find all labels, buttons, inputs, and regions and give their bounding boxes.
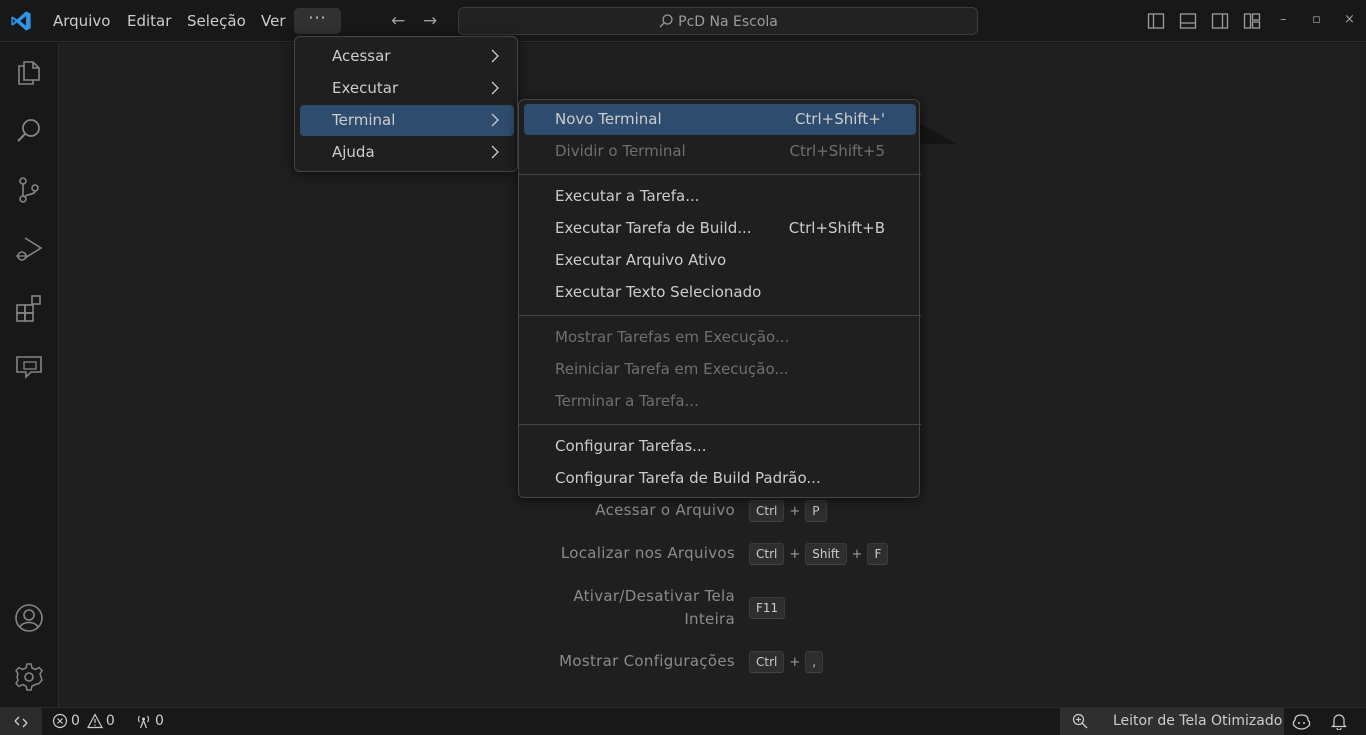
menu-item-label: Reiniciar Tarefa em Execução... <box>555 360 789 378</box>
customize-layout-icon[interactable] <box>1243 12 1261 30</box>
settings-gear-icon[interactable] <box>14 662 44 692</box>
account-icon[interactable] <box>14 603 44 633</box>
menu-item-terminal[interactable]: Terminal <box>300 105 514 136</box>
menu-item-label: Ajuda <box>332 143 375 161</box>
run-debug-icon[interactable] <box>14 234 44 264</box>
menu-item-mostrar-tarefas: Mostrar Tarefas em Execução... <box>524 322 916 353</box>
menu-item-label: Dividir o Terminal <box>555 142 686 160</box>
copilot-icon[interactable] <box>1292 713 1311 730</box>
menu-item-configurar-tarefas[interactable]: Configurar Tarefas... <box>524 431 916 462</box>
menu-item-label: Configurar Tarefas... <box>555 437 707 455</box>
menu-separator <box>519 424 921 425</box>
search-text: PcD Na Escola <box>678 14 778 30</box>
forward-arrow-icon[interactable]: → <box>423 11 437 31</box>
menu-item-ajuda[interactable]: Ajuda <box>300 137 514 168</box>
menu-item-novo-terminal[interactable]: Novo Terminal Ctrl+Shift+' <box>524 104 916 135</box>
search-icon <box>659 14 673 28</box>
remote-button[interactable] <box>0 708 42 735</box>
menu-selecao[interactable]: Seleção <box>187 11 246 31</box>
menu-item-acessar[interactable]: Acessar <box>300 41 514 72</box>
minimize-icon[interactable]: – <box>1280 11 1287 29</box>
menu-item-executar-tarefa-build[interactable]: Executar Tarefa de Build... Ctrl+Shift+B <box>524 213 916 244</box>
keycap: F11 <box>749 597 786 619</box>
keycap: Ctrl <box>749 651 785 673</box>
menu-item-label: Novo Terminal <box>555 110 662 128</box>
menu-ver[interactable]: Ver <box>261 11 286 31</box>
explorer-icon[interactable] <box>14 57 44 87</box>
keybinding: Ctrl+Shift+' <box>794 110 885 128</box>
command-center-search[interactable]: PcD Na Escola <box>458 7 978 35</box>
menu-item-label: Executar Tarefa de Build... <box>555 219 752 237</box>
menu-item-configurar-build-padrao[interactable]: Configurar Tarefa de Build Padrão... <box>524 463 916 494</box>
menu-item-label: Acessar <box>332 47 391 65</box>
status-bar: 0 0 0 Leitor de Tela Otimizado <box>0 707 1366 735</box>
keycap: Ctrl <box>749 543 785 565</box>
back-arrow-icon[interactable]: ← <box>391 11 405 31</box>
chevron-right-icon <box>491 113 499 127</box>
ports-indicator[interactable]: 0 <box>135 712 164 730</box>
menu-item-executar-arquivo-ativo[interactable]: Executar Arquivo Ativo <box>524 245 916 276</box>
menu-editar[interactable]: Editar <box>127 11 171 31</box>
zoom-icon <box>1072 713 1088 729</box>
menu-arquivo[interactable]: Arquivo <box>53 11 110 31</box>
keycap: F <box>867 543 889 565</box>
problems-indicator[interactable]: 0 0 <box>52 712 115 730</box>
menu-item-label: Mostrar Tarefas em Execução... <box>555 328 790 346</box>
shortcut-label: Acessar o Arquivo <box>595 501 735 519</box>
keybinding: Ctrl+Shift+5 <box>789 142 885 160</box>
warning-icon <box>86 713 103 729</box>
error-icon <box>52 713 68 729</box>
menu-item-executar[interactable]: Executar <box>300 73 514 104</box>
screen-reader-indicator[interactable]: Leitor de Tela Otimizado <box>1060 708 1284 735</box>
bell-icon[interactable] <box>1331 713 1347 730</box>
ports-count: 0 <box>155 713 164 729</box>
menu-item-reiniciar-tarefa: Reiniciar Tarefa em Execução... <box>524 354 916 385</box>
ports-icon <box>137 715 150 729</box>
title-bar: Arquivo Editar Seleção Ver ··· ← → PcD N… <box>0 0 1366 42</box>
warning-count: 0 <box>105 713 115 729</box>
vscode-logo[interactable] <box>10 10 32 32</box>
keycap: , <box>805 651 824 673</box>
chevron-right-icon <box>491 145 499 159</box>
toggle-secondary-sidebar-icon[interactable] <box>1211 12 1229 30</box>
menu-item-executar-texto-selecionado[interactable]: Executar Texto Selecionado <box>524 277 916 308</box>
shortcut-label: Localizar nos Arquivos <box>560 544 735 562</box>
activity-bar <box>0 43 59 707</box>
search-icon[interactable] <box>14 116 44 146</box>
menu-item-terminar-tarefa: Terminar a Tarefa... <box>524 386 916 417</box>
menu-separator <box>519 315 921 316</box>
menu-item-label: Executar a Tarefa... <box>555 187 700 205</box>
menu-item-label: Executar <box>332 79 399 97</box>
restore-icon[interactable]: ▫ <box>1312 11 1321 29</box>
menu-item-label: Configurar Tarefa de Build Padrão... <box>555 469 821 487</box>
keycap: Ctrl <box>749 500 785 522</box>
menu-separator <box>519 174 921 175</box>
shortcut-label: Inteira <box>684 610 735 628</box>
chat-icon[interactable] <box>14 352 44 382</box>
screen-reader-label: Leitor de Tela Otimizado <box>1113 713 1283 729</box>
shortcut-label: Mostrar Configurações <box>559 652 735 670</box>
menu-item-label: Terminal <box>332 111 396 129</box>
source-control-icon[interactable] <box>14 175 44 205</box>
chevron-right-icon <box>491 49 499 63</box>
keycap: Shift <box>805 543 847 565</box>
error-count: 0 <box>71 713 80 729</box>
toggle-primary-sidebar-icon[interactable] <box>1147 12 1165 30</box>
menu-item-label: Executar Texto Selecionado <box>555 283 762 301</box>
remote-icon <box>14 716 28 728</box>
keycap: P <box>805 500 827 522</box>
menu-item-label: Terminar a Tarefa... <box>555 392 699 410</box>
shortcut-label: Ativar/Desativar Tela <box>573 587 735 605</box>
menu-item-dividir-terminal: Dividir o Terminal Ctrl+Shift+5 <box>524 136 916 167</box>
menu-item-executar-tarefa[interactable]: Executar a Tarefa... <box>524 181 916 212</box>
keybinding: Ctrl+Shift+B <box>788 219 885 237</box>
toggle-panel-icon[interactable] <box>1179 12 1197 30</box>
extensions-icon[interactable] <box>14 293 44 323</box>
menu-item-label: Executar Arquivo Ativo <box>555 251 727 269</box>
more-menu-button[interactable]: ··· <box>294 8 341 34</box>
close-icon[interactable]: × <box>1344 11 1355 29</box>
chevron-right-icon <box>491 81 499 95</box>
overflow-menu: Acessar Executar Terminal Ajuda <box>294 36 518 172</box>
terminal-submenu: Novo Terminal Ctrl+Shift+' Dividir o Ter… <box>518 99 921 498</box>
